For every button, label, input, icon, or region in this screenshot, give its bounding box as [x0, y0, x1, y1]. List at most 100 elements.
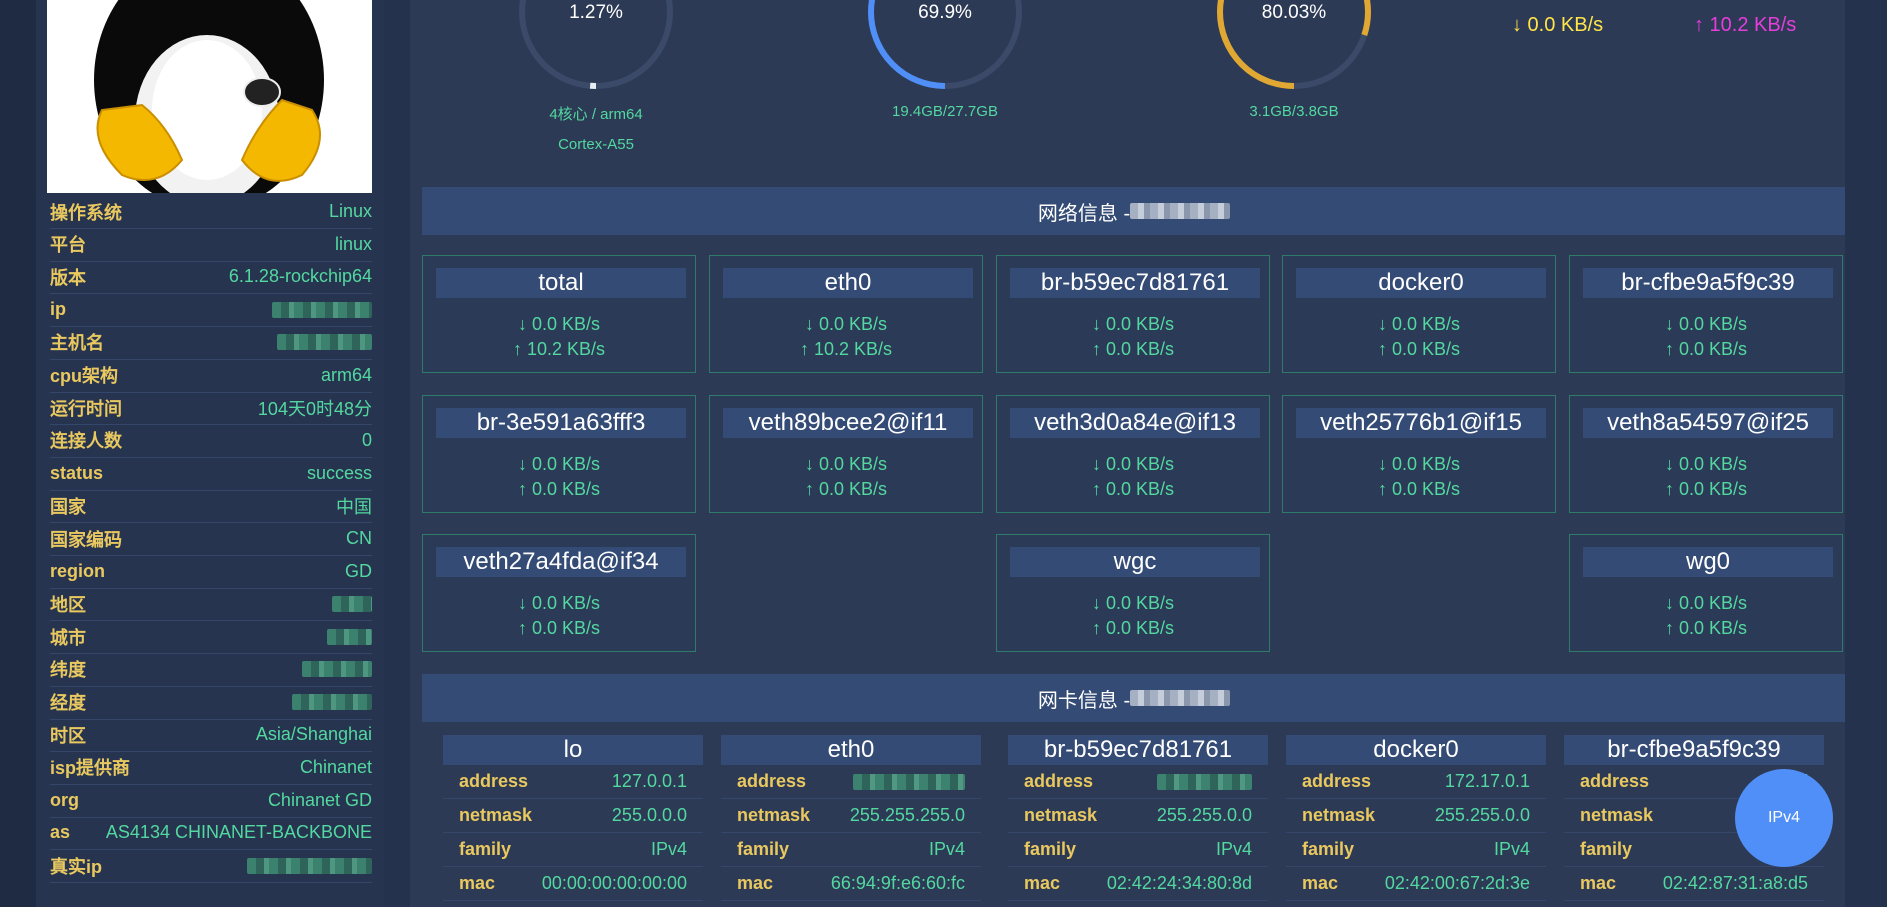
- network-section-header: 网络信息 -: [422, 187, 1846, 235]
- nic-key: mac: [1302, 873, 1339, 893]
- info-key: 运行时间: [50, 398, 122, 419]
- interface-upload: ↑ 0.0 KB/s: [1091, 618, 1175, 638]
- nic-key: netmask: [737, 805, 811, 825]
- gauge-value: 69.9%: [918, 2, 972, 23]
- info-row: 时区 Asia/Shanghai: [50, 718, 372, 753]
- nic-value: 255.255.255.0: [849, 805, 965, 825]
- interface-download: ↓ 0.0 KB/s: [1377, 314, 1461, 334]
- ipv4-toggle-button[interactable]: IPv4: [1735, 769, 1833, 867]
- interface-download: ↓ 0.0 KB/s: [1091, 593, 1175, 613]
- system-info-sidebar: 操作系统 Linux 平台 linux 版本 6.1.28-rockchip64 ip 主机名…: [36, 0, 384, 907]
- redacted-value: [292, 694, 372, 710]
- interface-card[interactable]: wgc ↓ 0.0 KB/s ↑ 0.0 KB/s: [996, 534, 1270, 652]
- nic-name: lo: [443, 735, 703, 765]
- info-key: status: [50, 462, 104, 483]
- redacted-value: [852, 773, 965, 790]
- info-row: 连接人数 0: [50, 424, 372, 458]
- interface-name: docker0: [1296, 268, 1546, 298]
- total-download-speed: ↓ 0.0 KB/s: [1512, 14, 1604, 36]
- interface-card[interactable]: total ↓ 0.0 KB/s ↑ 10.2 KB/s: [422, 255, 696, 373]
- nic-key: family: [1024, 839, 1077, 859]
- info-row: region GD: [50, 555, 372, 589]
- nic-name: eth0: [721, 735, 981, 765]
- interface-name: eth0: [723, 268, 973, 298]
- nic-row: mac 66:94:9f:e6:60:fc: [721, 867, 981, 901]
- interface-name: wg0: [1583, 547, 1833, 577]
- interface-name: total: [436, 268, 686, 298]
- nic-key: mac: [459, 873, 496, 893]
- info-row: 纬度: [50, 653, 372, 687]
- nic-key: family: [737, 839, 790, 859]
- interface-upload: ↑ 0.0 KB/s: [1377, 339, 1461, 359]
- nic-value: 255.255.0.0: [1434, 805, 1530, 825]
- info-row: 运行时间 104天0时48分: [50, 391, 372, 426]
- nic-value: 02:42:00:67:2d:3e: [1384, 873, 1530, 893]
- info-value: 6.1.28-rockchip64: [228, 266, 372, 287]
- info-key: 平台: [50, 235, 86, 256]
- interface-download: ↓ 0.0 KB/s: [517, 314, 601, 334]
- nic-row: address 127.0.0.1: [443, 765, 703, 799]
- interface-download: ↓ 0.0 KB/s: [1091, 454, 1175, 474]
- info-key: 真实ip: [50, 856, 102, 877]
- info-key: org: [50, 789, 79, 810]
- nic-key: netmask: [1302, 805, 1376, 825]
- info-value: 104天0时48分: [257, 398, 372, 419]
- nic-section-title: 网卡信息 -: [1037, 689, 1131, 712]
- interface-card[interactable]: veth27a4fda@if34 ↓ 0.0 KB/s ↑ 0.0 KB/s: [422, 534, 696, 652]
- nic-card: docker0 address 172.17.0.1 netmask 255.255.0…: [1286, 735, 1546, 901]
- nic-card: br-b59ec7d81761 address netmask 255.255.0.0…: [1008, 735, 1268, 901]
- interface-card[interactable]: br-3e591a63fff3 ↓ 0.0 KB/s ↑ 0.0 KB/s: [422, 395, 696, 513]
- info-row: 城市: [50, 620, 372, 655]
- gauge-caption: 4核心 / arm64: [549, 106, 643, 123]
- redacted-value: [272, 301, 372, 318]
- info-row: isp提供商 Chinanet: [50, 751, 372, 785]
- info-row: 操作系统 Linux: [50, 195, 372, 229]
- nic-row: netmask 255.255.255.0: [721, 799, 981, 833]
- nic-value: IPv4: [1215, 839, 1252, 859]
- nic-key: address: [459, 771, 529, 791]
- interface-download: ↓ 0.0 KB/s: [1664, 314, 1748, 334]
- nic-row: netmask 255.255.0.0: [1286, 799, 1546, 833]
- info-key: 纬度: [50, 660, 86, 681]
- interface-upload: ↑ 10.2 KB/s: [799, 339, 893, 359]
- interface-card[interactable]: wg0 ↓ 0.0 KB/s ↑ 0.0 KB/s: [1569, 534, 1843, 652]
- info-row: as AS4134 CHINANET-BACKBONE: [50, 816, 372, 851]
- interface-name: veth8a54597@if25: [1583, 408, 1833, 438]
- interface-card[interactable]: veth8a54597@if25 ↓ 0.0 KB/s ↑ 0.0 KB/s: [1569, 395, 1843, 513]
- info-key: region: [50, 560, 106, 581]
- interface-download: ↓ 0.0 KB/s: [1377, 454, 1461, 474]
- interface-card[interactable]: veth25776b1@if15 ↓ 0.0 KB/s ↑ 0.0 KB/s: [1282, 395, 1556, 513]
- interface-download: ↓ 0.0 KB/s: [517, 454, 601, 474]
- redacted-hostname: [1130, 690, 1231, 706]
- nic-value: IPv4: [1493, 839, 1530, 859]
- redacted-value: [247, 857, 372, 874]
- interface-name: br-b59ec7d81761: [1010, 268, 1260, 298]
- info-value: linux: [334, 233, 372, 254]
- nic-key: mac: [1024, 873, 1061, 893]
- linux-tux-logo: [47, 0, 372, 193]
- nic-key: address: [1302, 771, 1372, 791]
- interface-card[interactable]: docker0 ↓ 0.0 KB/s ↑ 0.0 KB/s: [1282, 255, 1556, 373]
- interface-name: veth89bcee2@if11: [723, 408, 973, 438]
- info-key: 经度: [50, 693, 86, 713]
- interface-card[interactable]: veth89bcee2@if11 ↓ 0.0 KB/s ↑ 0.0 KB/s: [709, 395, 983, 513]
- interface-card[interactable]: eth0 ↓ 0.0 KB/s ↑ 10.2 KB/s: [709, 255, 983, 373]
- redacted-value: [327, 628, 372, 645]
- interface-card[interactable]: br-cfbe9a5f9c39 ↓ 0.0 KB/s ↑ 0.0 KB/s: [1569, 255, 1843, 373]
- nic-value: IPv4: [650, 839, 687, 859]
- info-value: 0: [361, 429, 372, 450]
- info-key: 地区: [50, 594, 86, 615]
- redacted-value: [1156, 773, 1252, 790]
- usage-gauge: 69.9%: [865, 0, 1025, 100]
- info-value: Chinanet: [299, 756, 372, 777]
- info-value: Chinanet GD: [267, 789, 372, 810]
- interface-card[interactable]: br-b59ec7d81761 ↓ 0.0 KB/s ↑ 0.0 KB/s: [996, 255, 1270, 373]
- info-value: GD: [345, 560, 372, 581]
- usage-gauge: 1.27%: [516, 0, 676, 100]
- nic-row: netmask 255.0.0.0: [443, 799, 703, 833]
- interface-name: br-cfbe9a5f9c39: [1583, 268, 1833, 298]
- nic-row: family IPv4: [721, 833, 981, 867]
- interface-card[interactable]: veth3d0a84e@if13 ↓ 0.0 KB/s ↑ 0.0 KB/s: [996, 395, 1270, 513]
- info-key: ip: [50, 299, 66, 320]
- interface-download: ↓ 0.0 KB/s: [804, 314, 888, 334]
